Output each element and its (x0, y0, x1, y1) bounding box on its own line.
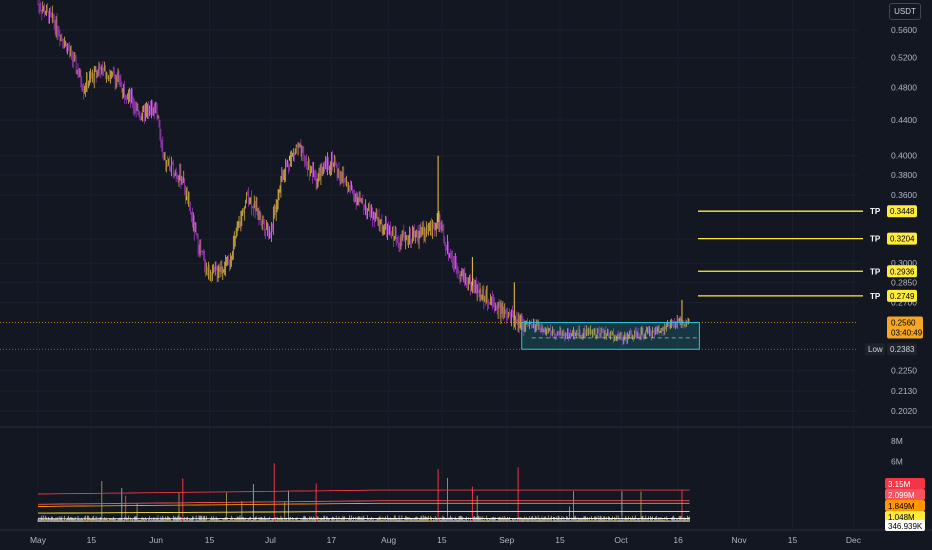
volume-level-value: 2.099M (888, 491, 915, 500)
volume-level-value: 3.15M (888, 480, 911, 489)
volume-tick-label: 6M (891, 456, 903, 466)
time-axis-label: 16 (673, 535, 683, 545)
time-axis-label: Aug (381, 535, 396, 545)
time-axis-label: 17 (327, 535, 337, 545)
time-axis-label: Sep (499, 535, 514, 545)
grid-lines (0, 0, 932, 531)
time-axis-label: 15 (437, 535, 447, 545)
countdown-timer: 03:40:49 (891, 328, 923, 337)
time-axis-label: 15 (788, 535, 798, 545)
range-box (521, 321, 700, 350)
take-profit-label: TP (870, 235, 881, 244)
low-label: Low (868, 345, 883, 354)
time-axis-label: Dec (846, 535, 862, 545)
time-axis-label: Jul (265, 535, 276, 545)
time-axis-label: Nov (732, 535, 748, 545)
price-tick-label: 0.3800 (891, 170, 917, 180)
price-tick-label: 0.2020 (891, 406, 917, 416)
price-tick-label: 0.2130 (891, 386, 917, 396)
volume-tick-label: 8M (891, 436, 903, 446)
price-chart[interactable]: 0.5600 0.5200 0.4800 0.4400 0.4000 0.3800 0.36… (0, 0, 932, 550)
take-profit-value: 0.3448 (890, 207, 915, 216)
price-tick-label: 0.4800 (891, 83, 917, 93)
take-profit-label: TP (870, 292, 881, 301)
take-profit-value: 0.2936 (890, 267, 915, 276)
overlays (0, 210, 863, 520)
time-axis: May 15 Jun 15 Jul 17 Aug 15 Sep 15 Oct 16 Nov 15 Dec (30, 535, 862, 545)
take-profit-value: 0.2749 (890, 292, 915, 301)
price-tick-label: 0.4400 (891, 115, 917, 125)
take-profit-value: 0.3204 (890, 235, 915, 244)
price-tick-label: 0.4000 (891, 151, 917, 161)
take-profit-label: TP (870, 207, 881, 216)
volume-level-value: 1.849M (888, 502, 915, 511)
volume-level-line (37, 489, 690, 495)
time-axis-label: Jun (149, 535, 163, 545)
price-axis: 0.5600 0.5200 0.4800 0.4400 0.4000 0.3800 0.36… (891, 25, 917, 466)
current-price-value: 0.2560 (891, 318, 916, 327)
currency-button[interactable]: USDT (889, 3, 921, 20)
volume-level-line (38, 510, 690, 514)
volume-level-line (37, 502, 690, 507)
time-axis-label: 15 (555, 535, 565, 545)
price-tick-label: 0.2850 (891, 277, 917, 287)
candles (37, 0, 690, 346)
time-axis-label: 15 (87, 535, 97, 545)
take-profit-label: TP (870, 267, 881, 276)
time-axis-label: 15 (205, 535, 215, 545)
time-axis-label: Oct (614, 535, 628, 545)
price-tick-label: 0.3600 (891, 190, 917, 200)
price-tick-label: 0.5200 (891, 53, 917, 63)
price-tick-label: 0.5600 (891, 25, 917, 35)
price-tick-label: 0.2250 (891, 366, 917, 376)
low-price-value: 0.2383 (890, 345, 915, 354)
time-axis-label: May (30, 535, 47, 545)
volume-level-value: 346.939K (888, 522, 923, 531)
